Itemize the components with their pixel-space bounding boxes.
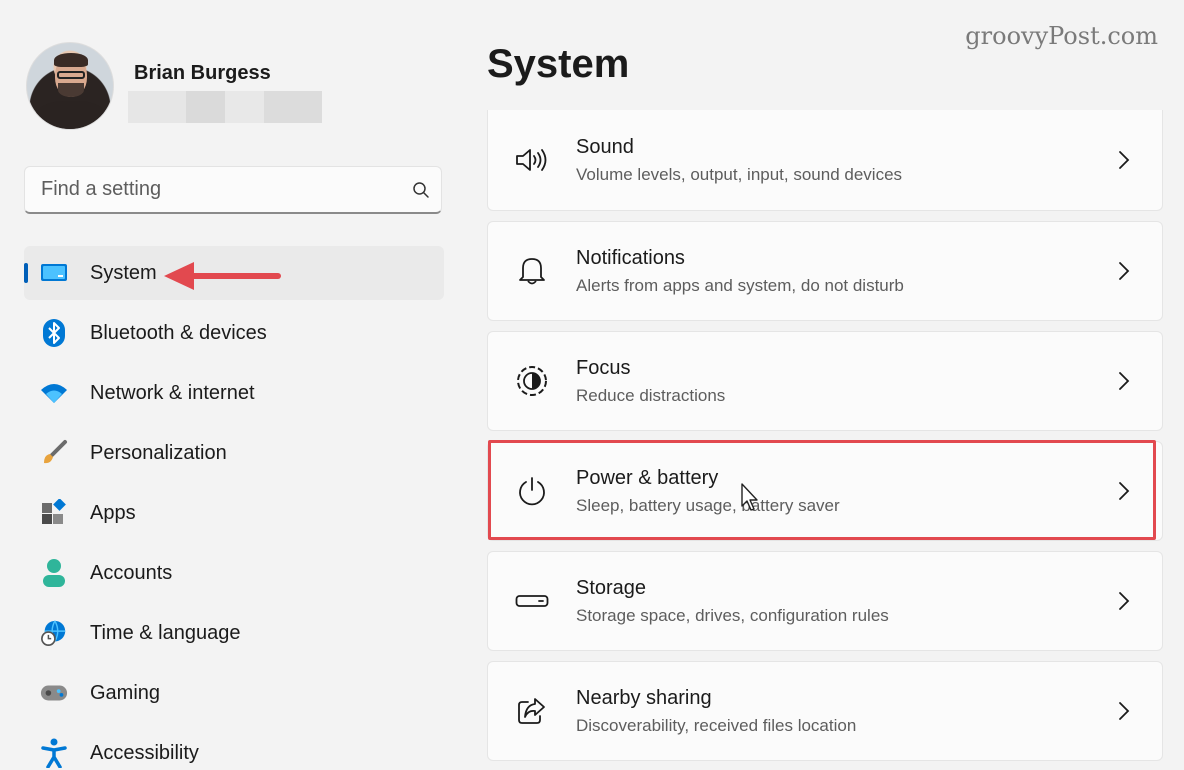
search-input[interactable] (41, 178, 401, 201)
chevron-right-icon (1104, 261, 1144, 281)
sidebar-nav: System Bluetooth & devices Network & int… (24, 246, 444, 770)
card-subtitle: Discoverability, received files location (576, 715, 857, 735)
sidebar-item-accounts[interactable]: Accounts (24, 546, 444, 600)
sidebar-item-personalization[interactable]: Personalization (24, 426, 444, 480)
settings-card-storage[interactable]: Storage Storage space, drives, configura… (487, 551, 1163, 651)
user-email-redacted (128, 91, 322, 123)
drive-icon (512, 593, 552, 609)
card-subtitle: Storage space, drives, configuration rul… (576, 605, 889, 625)
settings-card-sound[interactable]: Sound Volume levels, output, input, soun… (487, 110, 1163, 211)
user-profile[interactable]: Brian Burgess (26, 42, 322, 130)
search-icon[interactable] (401, 181, 441, 199)
annotation-arrow (164, 262, 281, 290)
sidebar-item-gaming[interactable]: Gaming (24, 666, 444, 720)
card-title: Focus (576, 356, 631, 379)
settings-card-notifications[interactable]: Notifications Alerts from apps and syste… (487, 221, 1163, 321)
sidebar: Brian Burgess System Bluetooth & devices (0, 0, 460, 770)
chevron-right-icon (1104, 150, 1144, 170)
speaker-icon (512, 147, 552, 173)
card-title: Nearby sharing (576, 686, 712, 709)
sidebar-item-label: Gaming (90, 681, 161, 704)
monitor-icon (40, 259, 68, 287)
globe-clock-icon (40, 619, 68, 647)
chevron-right-icon (1104, 701, 1144, 721)
sidebar-item-label: Accounts (90, 561, 173, 584)
bluetooth-icon (40, 319, 68, 347)
chevron-right-icon (1104, 371, 1144, 391)
card-subtitle: Alerts from apps and system, do not dist… (576, 275, 904, 295)
person-icon (40, 559, 68, 587)
power-icon (512, 475, 552, 507)
sidebar-item-label: Apps (90, 501, 136, 524)
card-title: Sound (576, 135, 634, 158)
watermark: groovyPost.com (965, 22, 1158, 50)
sidebar-item-network[interactable]: Network & internet (24, 366, 444, 420)
chevron-right-icon (1104, 481, 1144, 501)
avatar[interactable] (26, 42, 114, 130)
card-title: Storage (576, 576, 647, 599)
wifi-icon (40, 379, 68, 407)
bell-icon (512, 256, 552, 286)
share-icon (512, 696, 552, 726)
sidebar-item-label: System (90, 261, 157, 284)
sidebar-item-apps[interactable]: Apps (24, 486, 444, 540)
page-title: System (487, 42, 630, 86)
user-name: Brian Burgess (134, 62, 271, 84)
sidebar-item-bluetooth[interactable]: Bluetooth & devices (24, 306, 444, 360)
settings-card-nearby-sharing[interactable]: Nearby sharing Discoverability, received… (487, 661, 1163, 761)
sidebar-item-label: Time & language (90, 621, 241, 644)
accessibility-icon (40, 738, 68, 768)
card-title: Notifications (576, 246, 685, 269)
card-title: Power & battery (576, 466, 719, 489)
sidebar-item-label: Accessibility (90, 741, 199, 764)
settings-card-focus[interactable]: Focus Reduce distractions (487, 331, 1163, 431)
brush-icon (40, 439, 68, 467)
card-subtitle: Reduce distractions (576, 385, 726, 405)
sidebar-item-label: Personalization (90, 441, 227, 464)
card-subtitle: Volume levels, output, input, sound devi… (576, 164, 903, 184)
mouse-cursor-icon (741, 483, 758, 511)
gamepad-icon (40, 679, 68, 707)
card-subtitle: Sleep, battery usage, battery saver (576, 495, 840, 515)
settings-list: Sound Volume levels, output, input, soun… (487, 110, 1163, 770)
sidebar-item-time-language[interactable]: Time & language (24, 606, 444, 660)
search-box[interactable] (24, 166, 442, 214)
sidebar-item-accessibility[interactable]: Accessibility (24, 726, 444, 770)
focus-icon (512, 365, 552, 397)
sidebar-item-label: Bluetooth & devices (90, 321, 267, 344)
apps-icon (40, 499, 68, 527)
chevron-right-icon (1104, 591, 1144, 611)
settings-card-power-battery[interactable]: Power & battery Sleep, battery usage, ba… (487, 441, 1163, 541)
sidebar-item-label: Network & internet (90, 381, 255, 404)
